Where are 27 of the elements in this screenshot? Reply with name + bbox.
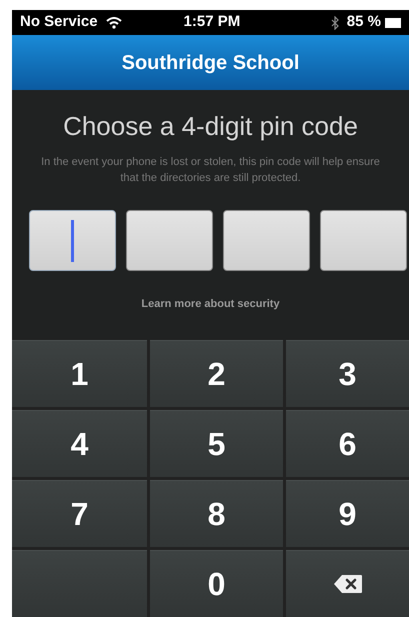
pin-field[interactable] xyxy=(223,210,310,272)
description: In the event your phone is lost or stolen, this pin code will help ensure that the directories are still protected. xyxy=(40,155,381,186)
battery-icon xyxy=(385,18,401,28)
keypad-key[interactable]: 6 xyxy=(286,410,409,477)
keypad-key[interactable]: 9 xyxy=(286,480,409,547)
pin-field[interactable] xyxy=(320,210,407,272)
backspace-icon xyxy=(332,574,362,594)
keypad-key[interactable]: 0 xyxy=(150,550,283,617)
keypad-key[interactable]: 4 xyxy=(12,410,147,477)
header-title: Southridge School xyxy=(122,50,300,76)
wifi-icon xyxy=(106,16,122,29)
carrier-text: No Service xyxy=(20,12,98,32)
pin-field[interactable] xyxy=(29,210,116,272)
keypad-key[interactable]: 8 xyxy=(150,480,283,547)
keypad-key[interactable]: 7 xyxy=(12,480,147,547)
backspace-key[interactable] xyxy=(286,550,409,617)
security-link[interactable]: Learn more about security xyxy=(141,296,280,313)
clock-text: 1:57 PM xyxy=(184,12,240,32)
text-cursor xyxy=(71,220,74,262)
keypad-key[interactable]: 3 xyxy=(286,340,409,407)
bluetooth-icon xyxy=(330,16,339,30)
heading: Choose a 4-digit pin code xyxy=(63,110,358,142)
keypad-key[interactable]: 5 xyxy=(150,410,283,477)
keypad-key[interactable]: 1 xyxy=(12,340,147,407)
keypad-key[interactable]: 2 xyxy=(150,340,283,407)
pin-field[interactable] xyxy=(126,210,213,272)
battery-text: 85 % xyxy=(346,12,381,32)
